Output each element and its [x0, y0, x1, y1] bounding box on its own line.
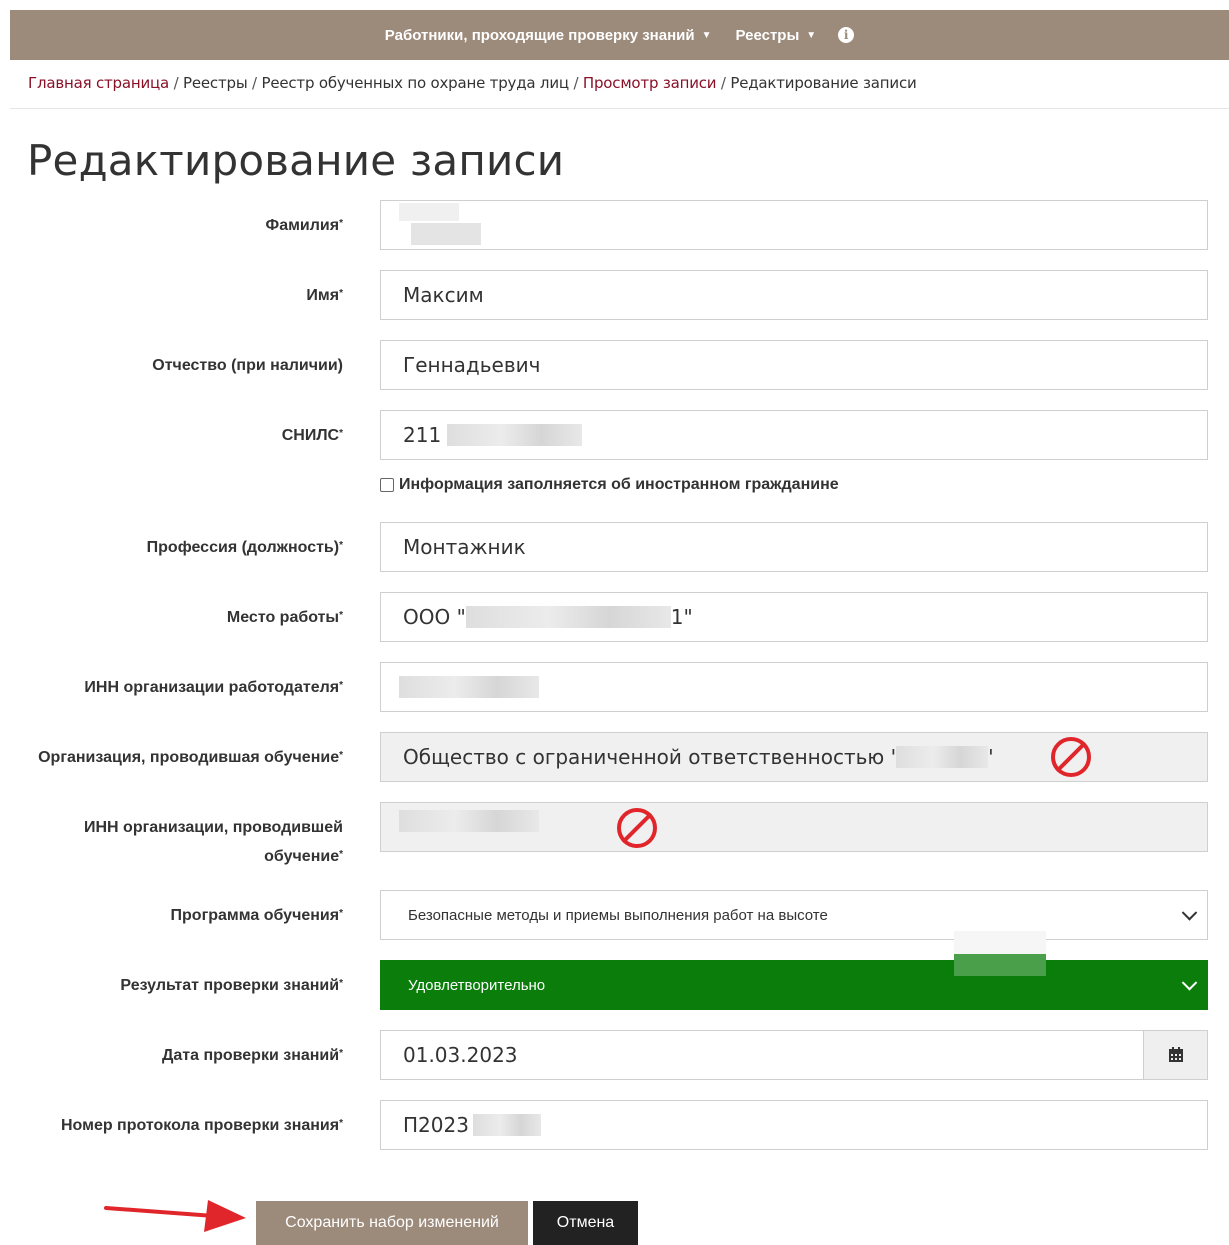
divider [10, 108, 1229, 109]
breadcrumb-registry: Реестр обученных по охране труда лиц [261, 74, 569, 92]
training-org-inn-label: ИНН организации, проводившей обучение* [84, 819, 343, 865]
overlay-highlight [954, 931, 1046, 954]
cancel-button[interactable]: Отмена [533, 1201, 638, 1245]
profession-input[interactable]: Монтажник [380, 522, 1208, 572]
no-entry-icon [1051, 737, 1091, 777]
nav-menu-workers-label: Работники, проходящие проверку знаний [384, 26, 695, 44]
caret-down-icon: ▼ [806, 29, 817, 41]
redacted-text [399, 676, 539, 698]
breadcrumb-home[interactable]: Главная страница [28, 74, 169, 92]
calendar-button[interactable] [1143, 1031, 1207, 1079]
date-label: Дата проверки знаний* [161, 1047, 343, 1064]
foreigner-checkbox-label: Информация заполняется об иностранном гр… [399, 476, 839, 493]
workplace-label: Место работы* [226, 609, 343, 626]
overlay-highlight [954, 954, 1046, 976]
training-org-inn-input [380, 802, 1208, 852]
redacted-text [896, 746, 989, 768]
no-entry-icon [617, 808, 657, 848]
foreigner-checkbox[interactable] [380, 478, 394, 492]
program-select[interactable]: Безопасные методы и приемы выполнения ра… [380, 890, 1208, 940]
save-button[interactable]: Сохранить набор изменений [256, 1201, 528, 1245]
page-title: Редактирование записи [27, 136, 565, 185]
protocol-input[interactable]: П2023 [380, 1100, 1208, 1150]
snils-label: СНИЛС* [281, 427, 343, 444]
redacted-text [465, 606, 671, 628]
calendar-icon [1168, 1047, 1183, 1062]
redacted-text [411, 223, 481, 245]
breadcrumb: Главная страница / Реестры / Реестр обуч… [28, 74, 917, 92]
workplace-input[interactable]: ООО " 1" [380, 592, 1208, 642]
breadcrumb-registries: Реестры [183, 74, 248, 92]
date-input[interactable]: 01.03.2023 [380, 1030, 1208, 1080]
nav-menu-registries-label: Реестры [735, 26, 800, 44]
nav-menu-workers[interactable]: Работники, проходящие проверку знаний ▼ [385, 27, 712, 44]
redacted-text [447, 424, 583, 446]
top-nav: Работники, проходящие проверку знаний ▼ … [10, 10, 1229, 60]
redacted-text [472, 1114, 541, 1136]
employer-inn-label: ИНН организации работодателя* [84, 679, 343, 696]
chevron-down-icon [1181, 975, 1198, 991]
training-org-label: Организация, проводившая обучение* [38, 749, 343, 766]
breadcrumb-current: Редактирование записи [730, 74, 917, 92]
patronymic-label: Отчество (при наличии) [152, 357, 343, 374]
patronymic-input[interactable]: Геннадьевич [380, 340, 1208, 390]
program-label: Программа обучения* [170, 907, 343, 924]
info-icon[interactable]: i [838, 27, 855, 43]
foreigner-checkbox-row[interactable]: Информация заполняется об иностранном гр… [380, 476, 839, 494]
redacted-text [399, 203, 459, 221]
surname-input[interactable] [380, 200, 1208, 250]
redacted-text [399, 810, 539, 832]
name-label: Имя* [306, 287, 343, 304]
protocol-label: Номер протокола проверки знания* [60, 1117, 343, 1134]
caret-down-icon: ▼ [701, 29, 712, 41]
chevron-down-icon [1181, 905, 1198, 921]
nav-menu-registries[interactable]: Реестры ▼ [736, 27, 817, 44]
surname-label: Фамилия* [265, 217, 343, 234]
result-select[interactable]: Удовлетворительно [380, 960, 1208, 1010]
result-label: Результат проверки знаний* [120, 977, 343, 994]
snils-input[interactable]: 211 [380, 410, 1208, 460]
name-input[interactable]: Максим [380, 270, 1208, 320]
breadcrumb-view-record[interactable]: Просмотр записи [583, 74, 717, 92]
profession-label: Профессия (должность)* [146, 539, 343, 556]
employer-inn-input[interactable] [380, 662, 1208, 712]
arrow-right-icon [104, 1200, 246, 1232]
